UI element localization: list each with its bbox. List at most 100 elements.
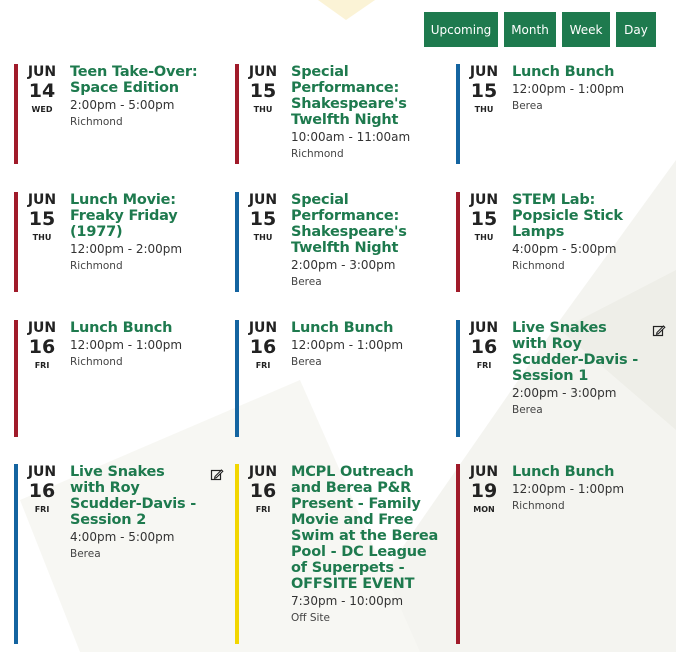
event-weekday: THU [474,233,494,242]
event-day: 15 [28,208,56,230]
event-card[interactable]: JUN 16 FRI MCPL Outreach and Berea P&R P… [235,464,445,644]
registration-edit-icon[interactable] [652,324,666,338]
event-info: Lunch Bunch 12:00pm - 1:00pm Richmond [512,464,666,514]
event-date: JUN 15 THU [24,192,60,244]
category-color-bar [456,320,460,437]
event-card[interactable]: JUN 16 FRI Live Snakes with Roy Scudder-… [14,464,224,644]
event-card[interactable]: JUN 15 THU Special Performance: Shakespe… [235,64,445,164]
event-weekday: FRI [34,361,50,370]
event-title-link[interactable]: STEM Lab: Popsicle Stick Lamps [512,192,666,240]
event-day: 15 [470,208,498,230]
event-location: Berea [512,404,543,416]
event-weekday: FRI [34,505,50,514]
event-month: JUN [27,64,57,80]
event-month: JUN [248,320,278,336]
event-date: JUN 16 FRI [245,464,281,516]
week-view-button[interactable]: Week [562,12,610,47]
event-day: 15 [249,208,277,230]
event-date: JUN 16 FRI [24,320,60,372]
category-color-bar [14,464,18,644]
event-title-link[interactable]: Lunch Bunch [291,320,445,336]
event-month: JUN [469,64,499,80]
event-title-link[interactable]: Lunch Bunch [512,64,666,80]
event-info: Live Snakes with Roy Scudder-Davis - Ses… [70,464,202,562]
event-date: JUN 14 WED [24,64,60,116]
event-time: 12:00pm - 1:00pm [291,338,404,352]
event-title-link[interactable]: MCPL Outreach and Berea P&R Present - Fa… [291,464,445,592]
event-location: Berea [291,356,322,368]
event-weekday: THU [253,105,273,114]
event-month: JUN [469,320,499,336]
category-color-bar [456,64,460,164]
event-info: STEM Lab: Popsicle Stick Lamps 4:00pm - … [512,192,666,274]
event-location: Off Site [291,612,330,624]
event-location: Richmond [512,260,565,272]
event-title-link[interactable]: Special Performance: Shakespeare's Twelf… [291,192,445,256]
event-location: Richmond [70,116,123,128]
event-time: 12:00pm - 1:00pm [512,482,625,496]
category-color-bar [235,192,239,292]
event-time: 2:00pm - 3:00pm [291,258,396,272]
event-info: Lunch Bunch 12:00pm - 1:00pm Richmond [70,320,224,370]
event-card[interactable]: JUN 15 THU Lunch Movie: Freaky Friday (1… [14,192,224,292]
event-title-link[interactable]: Lunch Bunch [70,320,224,336]
event-month: JUN [248,464,278,480]
event-card[interactable]: JUN 16 FRI Lunch Bunch 12:00pm - 1:00pm … [235,320,445,437]
event-card[interactable]: JUN 15 THU Special Performance: Shakespe… [235,192,445,292]
event-month: JUN [27,192,57,208]
event-weekday: FRI [255,505,271,514]
event-day: 16 [470,336,498,358]
event-title-link[interactable]: Lunch Bunch [512,464,666,480]
event-date: JUN 15 THU [245,192,281,244]
event-info: Teen Take-Over: Space Edition 2:00pm - 5… [70,64,224,130]
event-location: Richmond [291,148,344,160]
category-color-bar [235,64,239,164]
event-card[interactable]: JUN 16 FRI Live Snakes with Roy Scudder-… [456,320,666,437]
event-day: 16 [28,336,56,358]
event-title-link[interactable]: Live Snakes with Roy Scudder-Davis - Ses… [512,320,644,384]
event-time: 4:00pm - 5:00pm [512,242,617,256]
event-weekday: FRI [255,361,271,370]
event-card[interactable]: JUN 19 MON Lunch Bunch 12:00pm - 1:00pm … [456,464,666,644]
event-title-link[interactable]: Live Snakes with Roy Scudder-Davis - Ses… [70,464,202,528]
event-day: 15 [249,80,277,102]
registration-edit-icon[interactable] [210,468,224,482]
event-weekday: WED [31,105,53,114]
event-month: JUN [469,192,499,208]
category-color-bar [456,192,460,292]
event-month: JUN [27,320,57,336]
event-weekday: MON [473,505,495,514]
event-time: 4:00pm - 5:00pm [70,530,175,544]
event-card[interactable]: JUN 14 WED Teen Take-Over: Space Edition… [14,64,224,164]
event-info: Lunch Bunch 12:00pm - 1:00pm Berea [512,64,666,114]
event-day: 15 [470,80,498,102]
event-card[interactable]: JUN 16 FRI Lunch Bunch 12:00pm - 1:00pm … [14,320,224,437]
category-color-bar [14,320,18,437]
event-weekday: THU [32,233,52,242]
event-location: Richmond [70,356,123,368]
event-day: 14 [28,80,56,102]
event-month: JUN [469,464,499,480]
event-title-link[interactable]: Lunch Movie: Freaky Friday (1977) [70,192,224,240]
category-color-bar [14,192,18,292]
month-view-button[interactable]: Month [504,12,556,47]
event-card[interactable]: JUN 15 THU STEM Lab: Popsicle Stick Lamp… [456,192,666,292]
event-time: 7:30pm - 10:00pm [291,594,404,608]
view-switcher: Upcoming Month Week Day [424,12,656,47]
event-card[interactable]: JUN 15 THU Lunch Bunch 12:00pm - 1:00pm … [456,64,666,164]
event-date: JUN 15 THU [466,64,502,116]
event-day: 16 [249,336,277,358]
upcoming-view-button[interactable]: Upcoming [424,12,498,47]
category-color-bar [235,464,239,644]
event-location: Berea [291,276,322,288]
event-date: JUN 15 THU [466,192,502,244]
event-title-link[interactable]: Special Performance: Shakespeare's Twelf… [291,64,445,128]
event-weekday: THU [253,233,273,242]
event-month: JUN [27,464,57,480]
event-location: Richmond [70,260,123,272]
event-day: 19 [470,480,498,502]
day-view-button[interactable]: Day [616,12,656,47]
event-time: 12:00pm - 1:00pm [512,82,625,96]
event-title-link[interactable]: Teen Take-Over: Space Edition [70,64,224,96]
event-info: Lunch Movie: Freaky Friday (1977) 12:00p… [70,192,224,274]
